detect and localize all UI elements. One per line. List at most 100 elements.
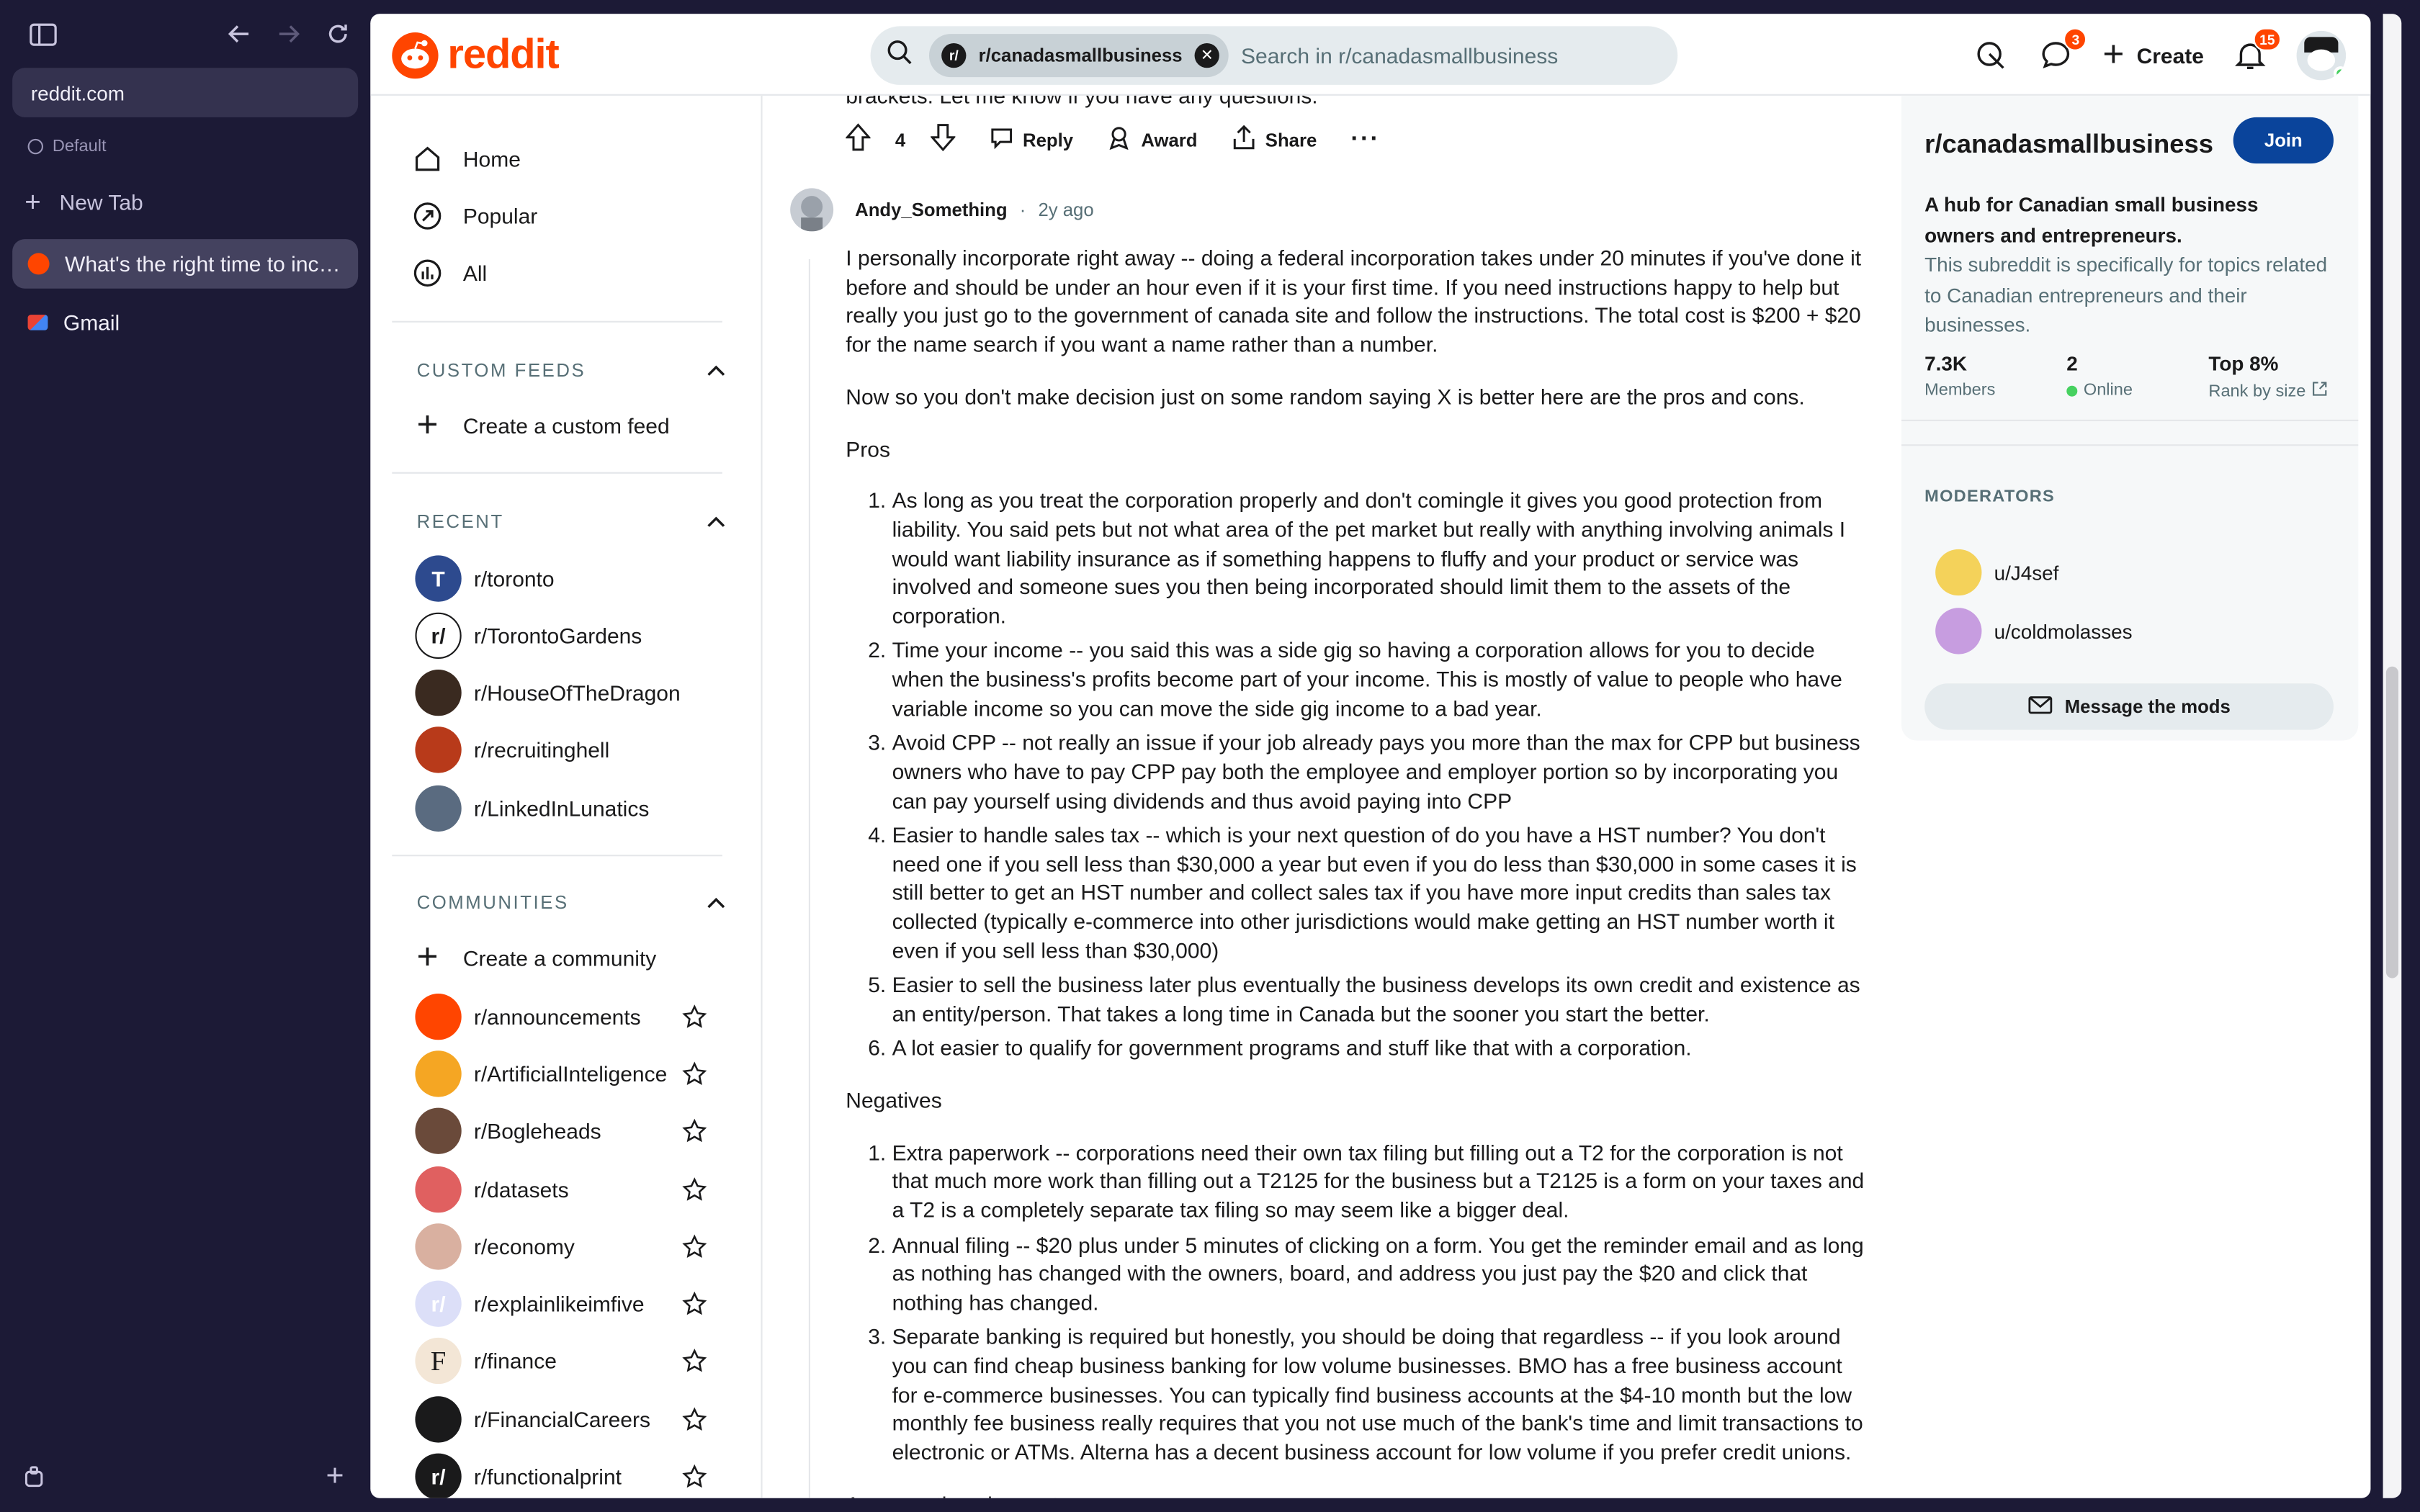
- list-item: Annual filing -- $20 plus under 5 minute…: [892, 1230, 1871, 1317]
- join-button[interactable]: Join: [2233, 117, 2334, 164]
- extensions-icon[interactable]: [19, 1461, 50, 1492]
- moderator-avatar: [1935, 608, 1982, 654]
- profile-icon: [27, 138, 43, 155]
- list-item: Extra paperwork -- corporations need the…: [892, 1138, 1871, 1225]
- create-custom-feed[interactable]: + Create a custom feed: [411, 402, 670, 449]
- thread-line[interactable]: [808, 259, 810, 1498]
- add-tab-plus-icon[interactable]: +: [320, 1459, 351, 1493]
- community-item[interactable]: r/announcements: [415, 992, 708, 1042]
- back-icon[interactable]: [224, 19, 255, 50]
- moderator-item[interactable]: u/coldmolasses: [1935, 608, 2133, 654]
- create-community[interactable]: + Create a community: [411, 935, 657, 981]
- browser-tab-gmail[interactable]: Gmail: [12, 298, 358, 348]
- community-item[interactable]: r/datasets: [415, 1165, 708, 1215]
- nav-all[interactable]: All: [411, 250, 487, 296]
- star-icon[interactable]: [681, 1233, 709, 1261]
- community-item[interactable]: r/ArtificialInteligence: [415, 1049, 708, 1099]
- downvote-icon[interactable]: [929, 123, 956, 156]
- nav-popular[interactable]: Popular: [411, 193, 537, 239]
- popular-icon: [411, 199, 444, 233]
- url-bar[interactable]: reddit.com: [12, 68, 359, 117]
- community-name[interactable]: r/canadasmallbusiness: [1924, 130, 2213, 161]
- commenter-avatar[interactable]: [790, 188, 834, 232]
- search-scope-chip[interactable]: r/ r/canadasmallbusiness ✕: [929, 34, 1229, 78]
- list-item: Separate banking is required but honestl…: [892, 1323, 1871, 1467]
- forward-icon[interactable]: [273, 19, 304, 50]
- star-icon[interactable]: [681, 1060, 709, 1088]
- award-button[interactable]: Award: [1107, 125, 1198, 155]
- recent-item[interactable]: r/ r/TorontoGardens: [415, 611, 693, 661]
- list-item: Easier to handle sales tax -- which is y…: [892, 821, 1871, 965]
- reddit-page: reddit r/ r/canadasmallbusiness ✕ Search…: [370, 14, 2371, 1498]
- star-icon[interactable]: [681, 1003, 709, 1031]
- recent-header[interactable]: RECENT: [417, 510, 726, 532]
- explainlikeimfive-subreddit-icon: r/: [415, 1280, 462, 1327]
- nav-home[interactable]: Home: [411, 136, 521, 182]
- comment-closing: Any questions happy to answer.: [846, 1490, 1870, 1498]
- star-icon[interactable]: [681, 1462, 709, 1490]
- community-item[interactable]: r/economy: [415, 1222, 708, 1272]
- all-icon: [411, 256, 444, 290]
- comment-paragraph: I personally incorporate right away -- d…: [846, 245, 1862, 357]
- community-item[interactable]: r/ r/explainlikeimfive: [415, 1279, 708, 1328]
- star-icon[interactable]: [681, 1290, 709, 1318]
- reply-button[interactable]: Reply: [989, 125, 1073, 155]
- star-icon[interactable]: [681, 1347, 709, 1375]
- snoo-icon: [392, 31, 439, 78]
- comment-actions: 4 Reply Award Share ···: [845, 123, 1380, 156]
- community-item[interactable]: r/FinancialCareers: [415, 1395, 708, 1444]
- create-button[interactable]: + Create: [2102, 36, 2204, 73]
- pros-label: Pros: [846, 436, 890, 461]
- search-icon: [886, 38, 914, 73]
- reload-icon[interactable]: [323, 19, 354, 50]
- award-icon: [1107, 125, 1131, 155]
- share-button[interactable]: Share: [1232, 125, 1317, 155]
- comment-author[interactable]: Andy_Something: [855, 199, 1007, 220]
- recent-item[interactable]: r/recruitinghell: [415, 725, 693, 775]
- community-item[interactable]: r/ r/functionalprint: [415, 1452, 708, 1498]
- search-input[interactable]: Search in r/canadasmallbusiness: [1241, 43, 1558, 68]
- home-icon: [411, 142, 444, 176]
- external-link-icon: [2312, 381, 2327, 401]
- reddit-header: reddit r/ r/canadasmallbusiness ✕ Search…: [370, 14, 2371, 96]
- star-icon[interactable]: [681, 1176, 709, 1204]
- sidebar-toggle-icon[interactable]: [28, 19, 59, 50]
- message-mods-button[interactable]: Message the mods: [1924, 683, 2334, 730]
- advertise-icon[interactable]: [1973, 37, 2009, 73]
- recent-item[interactable]: T r/toronto: [415, 554, 693, 603]
- moderator-item[interactable]: u/J4sef: [1935, 549, 2058, 596]
- notifications-bell-icon[interactable]: 15: [2232, 27, 2282, 73]
- recent-item[interactable]: r/HouseOfTheDragon: [415, 668, 693, 718]
- community-item[interactable]: r/Bogleheads: [415, 1106, 708, 1156]
- list-item: Time your income -- you said this was a …: [892, 636, 1871, 723]
- clear-scope-icon[interactable]: ✕: [1194, 43, 1220, 68]
- reddit-logo[interactable]: reddit: [392, 31, 560, 78]
- upvote-icon[interactable]: [845, 123, 871, 156]
- comment-timestamp: 2y ago: [1038, 199, 1094, 221]
- star-icon[interactable]: [681, 1405, 709, 1434]
- community-item[interactable]: F r/finance: [415, 1336, 708, 1386]
- page-scrollbar-thumb[interactable]: [2385, 666, 2398, 978]
- community-sidebar: r/canadasmallbusiness Join A hub for Can…: [1901, 95, 2359, 741]
- reply-icon: [989, 125, 1013, 155]
- recent-item[interactable]: r/LinkedInLunatics: [415, 784, 693, 834]
- notifications-badge: 15: [2253, 27, 2282, 51]
- chat-icon[interactable]: 3: [2038, 27, 2087, 73]
- economy-subreddit-icon: [415, 1223, 462, 1270]
- star-icon[interactable]: [681, 1117, 709, 1145]
- new-tab-button[interactable]: + New Tab: [24, 188, 143, 216]
- search-bar[interactable]: r/ r/canadasmallbusiness ✕ Search in r/c…: [870, 26, 1678, 85]
- custom-feeds-header[interactable]: CUSTOM FEEDS: [417, 359, 726, 381]
- negatives-list: Extra paperwork -- corporations need the…: [846, 1138, 1870, 1467]
- mail-icon: [2027, 695, 2052, 718]
- financialcareers-subreddit-icon: [415, 1396, 462, 1443]
- plus-icon: +: [416, 936, 439, 978]
- comment-paragraph: Now so you don't make decision just on s…: [846, 384, 1805, 409]
- share-icon: [1232, 125, 1256, 155]
- pros-list: As long as you treat the corporation pro…: [846, 486, 1870, 1063]
- user-avatar[interactable]: [2296, 30, 2347, 81]
- more-options-icon[interactable]: ···: [1350, 126, 1380, 154]
- communities-header[interactable]: COMMUNITIES: [417, 892, 726, 914]
- rank-stat[interactable]: Top 8% Rank by size: [2208, 352, 2327, 402]
- browser-tab-reddit[interactable]: What's the right time to incorporate?: [12, 239, 359, 289]
